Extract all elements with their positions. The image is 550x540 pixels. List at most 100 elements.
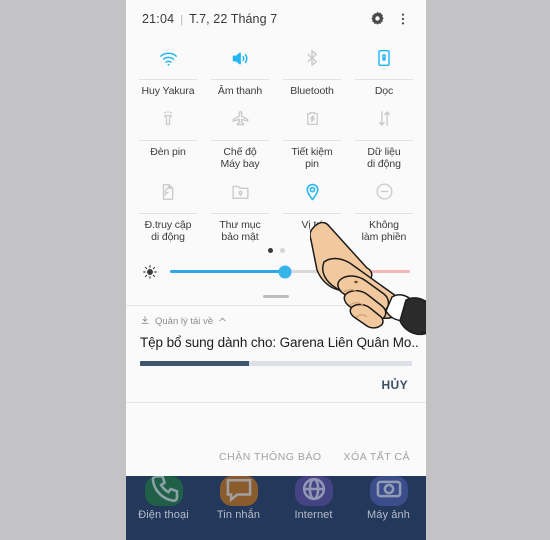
screenshot-canvas: Điện thoại Tin nhắn Internet Máy ảnh 21:… bbox=[0, 0, 550, 540]
tile-divider bbox=[211, 212, 269, 214]
tile-secure-folder[interactable]: Thư mục bảo mật bbox=[204, 171, 276, 244]
dock-item-camera[interactable]: Máy ảnh bbox=[354, 476, 424, 521]
tile-label: Dữ liệu di động bbox=[367, 145, 401, 171]
tile-bluetooth[interactable]: Bluetooth bbox=[276, 37, 348, 98]
dock-item-label: Máy ảnh bbox=[367, 509, 410, 521]
dock-item-internet[interactable]: Internet bbox=[279, 476, 349, 521]
dock-item-label: Tin nhắn bbox=[216, 509, 261, 521]
dock-item-phone[interactable]: Điện thoại bbox=[129, 476, 199, 521]
tile-label: Dọc bbox=[374, 85, 394, 97]
tile-mobile-hotspot[interactable]: Đ.truy cập di động bbox=[132, 171, 204, 244]
status-time: 21:04 bbox=[142, 11, 175, 26]
footer-divider bbox=[126, 401, 426, 403]
tile-label: Thư mục bảo mật bbox=[219, 218, 261, 244]
dock-item-label: Điện thoại bbox=[138, 509, 189, 521]
status-clock-date: 21:04 | T.7, 22 Tháng 7 bbox=[142, 12, 364, 26]
tile-battery-saver[interactable]: Tiết kiệm pin bbox=[276, 98, 348, 171]
tile-divider bbox=[139, 79, 197, 80]
tile-do-not-disturb[interactable]: Không làm phiền bbox=[348, 171, 420, 244]
tile-label: Đ.truy cập di động bbox=[144, 218, 192, 244]
clear-all-button[interactable]: XÓA TẤT CẢ bbox=[344, 451, 410, 463]
hotspot-icon bbox=[158, 175, 178, 209]
tile-row: Đ.truy cập di động Thư mục bảo mật Vị tr… bbox=[132, 171, 420, 244]
airplane-icon bbox=[230, 102, 251, 136]
more-vertical-icon[interactable] bbox=[390, 6, 416, 32]
notification-title: Tệp bổ sung dành cho: Garena Liên Quân M… bbox=[140, 334, 419, 350]
gear-icon[interactable] bbox=[364, 6, 390, 32]
tile-label: Tiết kiệm pin bbox=[291, 145, 333, 171]
tile-flashlight[interactable]: Đèn pin bbox=[132, 98, 204, 171]
page-dot-2[interactable] bbox=[279, 247, 285, 253]
panel-drag-handle[interactable] bbox=[263, 294, 289, 298]
rotation-lock-icon bbox=[374, 41, 394, 75]
do-not-disturb-icon bbox=[374, 175, 395, 209]
page-indicator bbox=[126, 247, 426, 253]
quick-settings-header: 21:04 | T.7, 22 Tháng 7 bbox=[126, 0, 426, 37]
camera-icon bbox=[369, 476, 408, 506]
tile-label: Bluetooth bbox=[290, 85, 334, 97]
phone-icon bbox=[144, 476, 183, 506]
notification-actions: HỦY bbox=[140, 366, 412, 402]
tile-divider bbox=[283, 79, 341, 80]
tile-sound[interactable]: Âm thanh bbox=[204, 37, 276, 98]
tile-divider bbox=[211, 79, 269, 80]
notification-footer: CHẶN THÔNG BÁO XÓA TẤT CẢ bbox=[126, 438, 426, 476]
wifi-icon bbox=[158, 41, 179, 75]
quick-settings-tiles: Huy Yakura Âm thanh Bluetooth Dọc Đèn pi… bbox=[126, 37, 426, 244]
brightness-slider[interactable] bbox=[170, 265, 410, 278]
cancel-download-button[interactable]: HỦY bbox=[381, 378, 408, 392]
dock-item-label: Internet bbox=[294, 509, 333, 521]
notification-app-row: Quản lý tải về bbox=[140, 315, 412, 328]
tile-label: Huy Yakura bbox=[141, 85, 195, 97]
battery-saver-icon bbox=[303, 102, 322, 136]
home-dock: Điện thoại Tin nhắn Internet Máy ảnh bbox=[126, 476, 426, 540]
brightness-knob[interactable] bbox=[278, 265, 292, 278]
brightness-fill bbox=[170, 270, 286, 273]
page-dot-1[interactable] bbox=[267, 247, 273, 253]
brightness-warm-end bbox=[366, 270, 410, 273]
chevron-up-icon[interactable] bbox=[218, 315, 227, 327]
status-date: T.7, 22 Tháng 7 bbox=[189, 11, 278, 26]
status-separator: | bbox=[180, 13, 184, 26]
block-notifications-button[interactable]: CHẶN THÔNG BÁO bbox=[219, 451, 321, 463]
tile-wifi[interactable]: Huy Yakura bbox=[132, 37, 204, 98]
tile-rotation[interactable]: Dọc bbox=[348, 37, 420, 98]
tile-divider bbox=[355, 212, 413, 214]
tile-divider bbox=[355, 139, 413, 141]
location-pin-icon bbox=[302, 175, 323, 209]
tile-divider bbox=[139, 139, 197, 141]
tile-label: Âm thanh bbox=[217, 85, 263, 97]
browser-icon bbox=[294, 476, 333, 506]
message-icon bbox=[219, 476, 258, 506]
secure-folder-icon bbox=[230, 175, 251, 209]
flashlight-icon bbox=[158, 102, 178, 136]
tile-airplane-mode[interactable]: Chế độ Máy bay bbox=[204, 98, 276, 171]
brightness-icon bbox=[142, 264, 158, 280]
tile-label: Vị trí bbox=[301, 218, 323, 231]
panel-drag-handle-area[interactable] bbox=[126, 286, 426, 305]
tile-location[interactable]: Vị trí bbox=[276, 171, 348, 244]
tile-divider bbox=[355, 79, 413, 80]
tile-row: Đèn pin Chế độ Máy bay Tiết kiệm pin Dữ … bbox=[132, 98, 420, 171]
brightness-control[interactable] bbox=[126, 258, 426, 286]
tile-divider bbox=[283, 212, 341, 214]
tile-divider bbox=[211, 139, 269, 141]
mobile-data-icon bbox=[374, 102, 395, 136]
phone-screen: Điện thoại Tin nhắn Internet Máy ảnh 21:… bbox=[126, 0, 426, 540]
tile-label: Không làm phiền bbox=[361, 218, 407, 244]
sound-icon bbox=[230, 41, 251, 75]
tile-mobile-data[interactable]: Dữ liệu di động bbox=[348, 98, 420, 171]
notification-item[interactable]: Quản lý tải về Tệp bổ sung dành cho: Gar… bbox=[126, 306, 426, 402]
tile-label: Chế độ Máy bay bbox=[220, 145, 260, 171]
download-progress-fill bbox=[140, 360, 249, 366]
bluetooth-icon bbox=[302, 41, 322, 75]
quick-settings-panel: 21:04 | T.7, 22 Tháng 7 Huy Yakura Âm th… bbox=[126, 0, 426, 476]
tile-divider bbox=[139, 212, 197, 214]
tile-row: Huy Yakura Âm thanh Bluetooth Dọc bbox=[132, 37, 420, 98]
notification-app-name: Quản lý tải về bbox=[155, 315, 214, 327]
download-progress-bar bbox=[140, 360, 412, 366]
tile-label: Đèn pin bbox=[150, 145, 186, 158]
dock-item-messages[interactable]: Tin nhắn bbox=[204, 476, 274, 521]
download-icon bbox=[140, 315, 150, 328]
tile-divider bbox=[283, 139, 341, 141]
